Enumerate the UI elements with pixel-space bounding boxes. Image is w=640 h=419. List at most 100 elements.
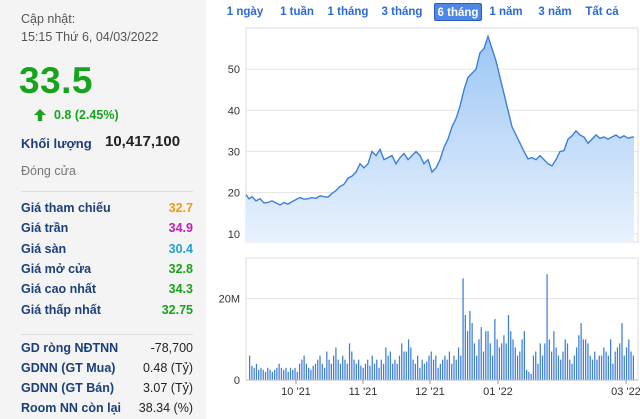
foreign-row: Room NN còn lại 38.34 (%) xyxy=(21,401,193,419)
volume-bar xyxy=(448,351,451,380)
volume-bar xyxy=(298,363,301,380)
price-change-value: 0.8 (2.45%) xyxy=(54,108,119,122)
volume-bar xyxy=(496,339,498,380)
volume-bar xyxy=(460,355,462,380)
volume-bar xyxy=(505,343,507,380)
volume-bar xyxy=(582,339,585,380)
volume-bar xyxy=(296,371,298,380)
volume-bar xyxy=(544,343,546,380)
x-tick-label: 10 '21 xyxy=(281,386,311,398)
stat-label: Giá thấp nhất xyxy=(21,302,101,317)
volume-bar xyxy=(587,343,589,380)
volume-bar xyxy=(535,351,537,380)
volume-bar xyxy=(417,355,419,380)
tab-period[interactable]: 6 tháng xyxy=(434,3,482,21)
volume-bar xyxy=(491,355,494,380)
volume-bar xyxy=(623,355,625,380)
stat-row: Giá sàn 30.4 xyxy=(21,242,193,262)
volume-bar xyxy=(276,367,278,380)
tab-period[interactable]: 1 tháng xyxy=(326,3,370,21)
volume-bar xyxy=(346,363,348,380)
volume-bar xyxy=(269,369,271,380)
stat-value: 32.8 xyxy=(168,261,193,276)
x-tick-label: 01 '22 xyxy=(483,386,513,398)
volume-bar xyxy=(260,367,262,380)
volume-bar xyxy=(419,367,421,380)
volume-bar xyxy=(287,371,289,380)
volume-bar xyxy=(528,371,530,380)
volume-bar xyxy=(437,367,439,380)
foreign-row: GD ròng NĐTNN -78,700 xyxy=(21,341,193,361)
price-volume-chart: 1020304050 020M10 '21 11 '21 12 '21 01 '22 0… xyxy=(219,27,640,398)
volume-bar xyxy=(610,339,612,380)
volume-bar xyxy=(410,347,412,380)
volume-bar xyxy=(557,355,560,380)
volume-bar xyxy=(328,359,330,380)
tab-period[interactable]: 1 năm xyxy=(485,3,527,21)
volume-bar xyxy=(619,343,621,380)
stat-label: Giá tham chiếu xyxy=(21,201,111,215)
volume-bar xyxy=(305,363,308,380)
foreign-row: GDNN (GT Bán) 3.07 (Tỷ) xyxy=(21,381,193,401)
volume-bar xyxy=(614,351,616,380)
volume-bar xyxy=(414,363,417,380)
tab-period[interactable]: Tất cả xyxy=(582,3,622,21)
volume-bar xyxy=(394,359,396,380)
tab-period[interactable]: 1 tuần xyxy=(272,3,322,21)
volume-bar xyxy=(371,355,373,380)
y-tick-label: 30 xyxy=(228,146,240,158)
volume-bar xyxy=(364,363,367,380)
volume-bar xyxy=(630,351,632,380)
volume-bar xyxy=(494,319,496,380)
stat-label: Giá mở cửa xyxy=(21,261,92,276)
tab-period[interactable]: 1 ngày xyxy=(222,3,268,21)
volume-bar xyxy=(292,369,294,380)
volume-bar xyxy=(369,365,371,380)
volume-bar xyxy=(253,367,255,380)
stat-value: 32.7 xyxy=(168,201,193,215)
volume-bar xyxy=(451,363,453,380)
volume-bar xyxy=(355,363,357,380)
foreign-label: GDNN (GT Bán) xyxy=(21,381,115,395)
volume-bar xyxy=(514,347,516,380)
volume-bar xyxy=(353,359,355,380)
volume-bar xyxy=(541,355,544,380)
volume-bar xyxy=(471,323,473,380)
foreign-value: 3.07 (Tỷ) xyxy=(142,381,193,395)
volume-bar xyxy=(273,369,276,380)
tab-period[interactable]: 3 năm xyxy=(532,3,578,21)
volume-bar xyxy=(351,351,353,380)
volume-bar xyxy=(632,355,634,380)
volume-bar xyxy=(507,314,510,380)
stat-label: Giá trần xyxy=(21,221,69,236)
x-tick-label: 12 '21 xyxy=(415,386,445,398)
volume-bar xyxy=(378,367,380,380)
volume-bar xyxy=(446,359,448,380)
volume-bar xyxy=(344,359,346,380)
volume-bar xyxy=(580,323,582,380)
volume-bar xyxy=(430,351,432,380)
volume-bar xyxy=(464,314,466,380)
volume-bar xyxy=(398,355,401,380)
volume-bar xyxy=(478,339,480,380)
volume-bar xyxy=(457,347,460,380)
volume-bar xyxy=(625,347,628,380)
volume-bar xyxy=(571,363,573,380)
volume-bar xyxy=(498,347,501,380)
volume-bar xyxy=(560,359,562,380)
volume-bar xyxy=(591,359,594,380)
volume-bar xyxy=(401,343,403,380)
stat-row: Giá trần 34.9 xyxy=(21,221,193,241)
volume-bar xyxy=(294,367,296,380)
volume-bar xyxy=(573,355,575,380)
volume-bar xyxy=(407,339,410,380)
volume-bar xyxy=(435,355,437,380)
volume-bar xyxy=(596,359,598,380)
tab-period[interactable]: 3 tháng xyxy=(374,3,430,21)
volume-bar xyxy=(283,369,285,380)
volume-bar xyxy=(537,363,539,380)
y-tick-label: 40 xyxy=(228,105,240,117)
volume-bar xyxy=(530,373,532,380)
volume-bar xyxy=(578,335,580,380)
volume-bar xyxy=(519,351,521,380)
